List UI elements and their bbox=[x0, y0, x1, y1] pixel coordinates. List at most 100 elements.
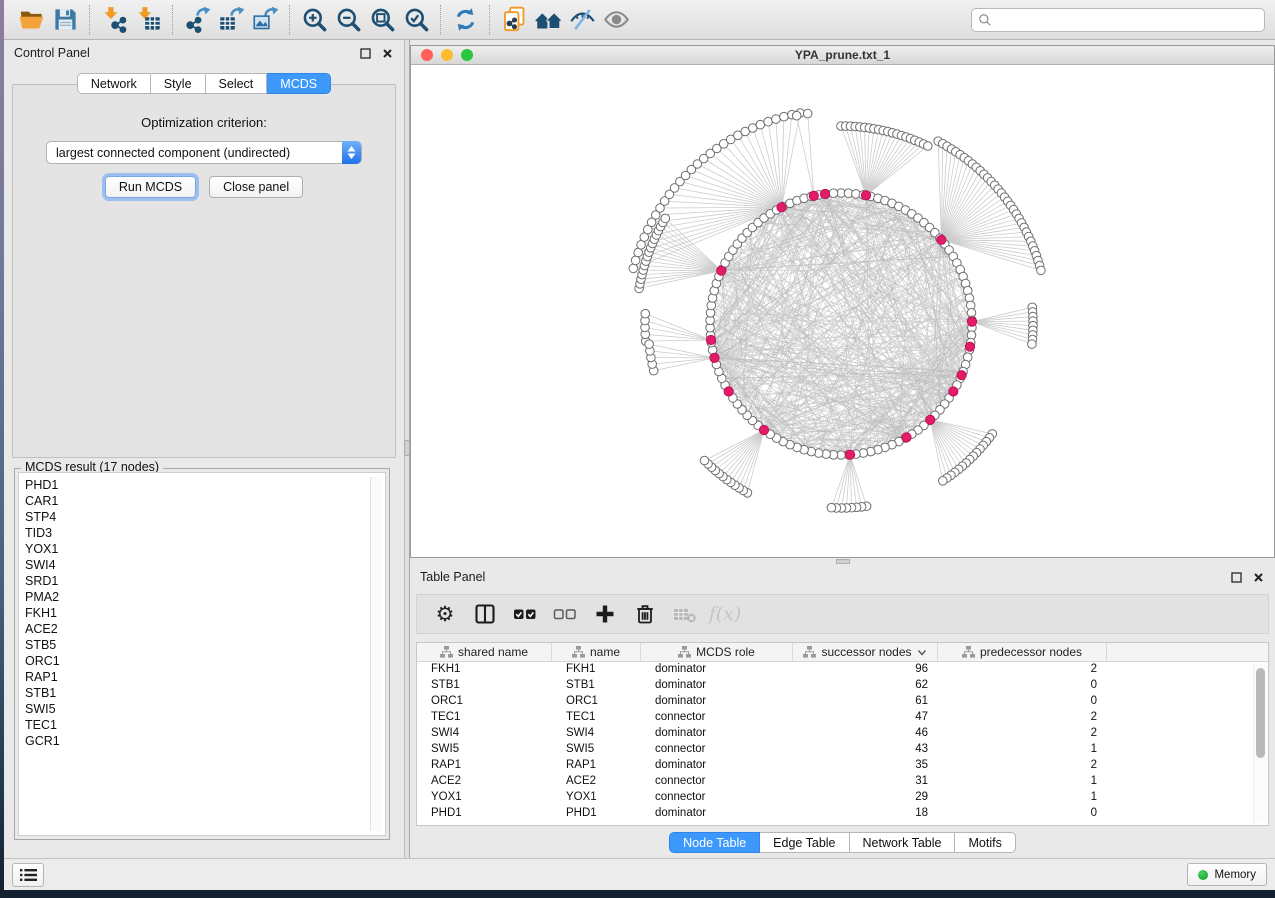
mcds-result-item[interactable]: SWI4 bbox=[25, 557, 385, 573]
mcds-result-item[interactable]: STP4 bbox=[25, 509, 385, 525]
toggle-panels-button[interactable] bbox=[467, 598, 503, 630]
mcds-result-item[interactable]: STB5 bbox=[25, 637, 385, 653]
mcds-result-item[interactable]: YOX1 bbox=[25, 541, 385, 557]
tab-node-table[interactable]: Node Table bbox=[669, 832, 760, 853]
mcds-result-list[interactable]: PHD1CAR1STP4TID3YOX1SWI4SRD1PMA2FKH1ACE2… bbox=[18, 472, 386, 836]
first-neighbors-button[interactable] bbox=[531, 4, 565, 36]
mcds-result-item[interactable]: SRD1 bbox=[25, 573, 385, 589]
zoom-out-button[interactable] bbox=[331, 4, 365, 36]
close-panel-icon[interactable] bbox=[380, 46, 394, 60]
column-header-MCDS-role[interactable]: MCDS role bbox=[641, 643, 793, 661]
column-type-icon bbox=[803, 646, 816, 658]
cell-predecessor-nodes: 0 bbox=[938, 806, 1107, 822]
table-row[interactable]: RAP1RAP1dominator352 bbox=[417, 758, 1268, 774]
select-all-columns-button[interactable] bbox=[507, 598, 543, 630]
close-panel-button[interactable]: Close panel bbox=[209, 176, 303, 198]
table-row[interactable]: FKH1FKH1dominator962 bbox=[417, 662, 1268, 678]
refresh-view-button[interactable] bbox=[448, 4, 482, 36]
table-settings-button[interactable]: ⚙ bbox=[427, 598, 463, 630]
search-input[interactable] bbox=[992, 10, 1258, 30]
network-canvas[interactable] bbox=[411, 65, 1275, 558]
show-panel-list-button[interactable] bbox=[12, 863, 44, 887]
cell-successor-nodes: 29 bbox=[793, 790, 938, 806]
zoom-fit-button[interactable] bbox=[365, 4, 399, 36]
network-window-titlebar[interactable]: YPA_prune.txt_1 bbox=[411, 46, 1274, 65]
table-row[interactable]: STB1STB1dominator620 bbox=[417, 678, 1268, 694]
unselect-all-columns-button[interactable] bbox=[547, 598, 583, 630]
zoom-in-icon bbox=[301, 6, 328, 33]
hide-selected-icon bbox=[569, 6, 596, 33]
import-table-button[interactable] bbox=[131, 4, 165, 36]
mcds-result-item[interactable]: FKH1 bbox=[25, 605, 385, 621]
cell-successor-nodes: 96 bbox=[793, 662, 938, 678]
criterion-select[interactable]: largest connected component (undirected) bbox=[46, 141, 362, 164]
export-image-button[interactable] bbox=[248, 4, 282, 36]
cell-shared-name: FKH1 bbox=[417, 662, 552, 678]
table-row[interactable]: PHD1PHD1dominator180 bbox=[417, 806, 1268, 822]
cell-name: ORC1 bbox=[552, 694, 641, 710]
cell-MCDS-role: connector bbox=[641, 742, 793, 758]
mcds-result-item[interactable]: TEC1 bbox=[25, 717, 385, 733]
zoom-selected-button[interactable] bbox=[399, 4, 433, 36]
mcds-result-item[interactable]: ORC1 bbox=[25, 653, 385, 669]
column-header-name[interactable]: name bbox=[552, 643, 641, 661]
tab-edge-table[interactable]: Edge Table bbox=[760, 832, 849, 853]
close-panel-icon[interactable] bbox=[1251, 570, 1265, 584]
cell-name: SWI5 bbox=[552, 742, 641, 758]
cell-MCDS-role: connector bbox=[641, 790, 793, 806]
column-header-label: name bbox=[590, 645, 620, 659]
mcds-result-item[interactable]: CAR1 bbox=[25, 493, 385, 509]
cell-predecessor-nodes: 0 bbox=[938, 694, 1107, 710]
table-row[interactable]: TEC1TEC1connector472 bbox=[417, 710, 1268, 726]
table-row[interactable]: ACE2ACE2connector311 bbox=[417, 774, 1268, 790]
column-header-successor-nodes[interactable]: successor nodes bbox=[793, 643, 938, 661]
mcds-list-scrollbar[interactable] bbox=[370, 477, 382, 831]
save-session-button[interactable] bbox=[48, 4, 82, 36]
open-file-button[interactable] bbox=[14, 4, 48, 36]
mcds-result-item[interactable]: RAP1 bbox=[25, 669, 385, 685]
mcds-result-item[interactable]: GCR1 bbox=[25, 733, 385, 749]
mcds-result-item[interactable]: PHD1 bbox=[25, 477, 385, 493]
tab-network-table[interactable]: Network Table bbox=[850, 832, 956, 853]
mcds-result-item[interactable]: STB1 bbox=[25, 685, 385, 701]
cell-MCDS-role: dominator bbox=[641, 726, 793, 742]
tab-mcds[interactable]: MCDS bbox=[267, 73, 331, 94]
cell-successor-nodes: 61 bbox=[793, 694, 938, 710]
delete-columns-button[interactable] bbox=[627, 598, 663, 630]
float-panel-icon[interactable] bbox=[1229, 570, 1243, 584]
mcds-result-item[interactable]: ACE2 bbox=[25, 621, 385, 637]
column-header-label: predecessor nodes bbox=[980, 645, 1082, 659]
table-row[interactable]: YOX1YOX1connector291 bbox=[417, 790, 1268, 806]
hide-selected-button[interactable] bbox=[565, 4, 599, 36]
show-all-icon bbox=[603, 6, 630, 33]
column-header-predecessor-nodes[interactable]: predecessor nodes bbox=[938, 643, 1107, 661]
tab-style[interactable]: Style bbox=[151, 73, 206, 94]
column-header-shared-name[interactable]: shared name bbox=[417, 643, 552, 661]
zoom-in-button[interactable] bbox=[297, 4, 331, 36]
export-network-button[interactable] bbox=[180, 4, 214, 36]
table-row[interactable]: SWI5SWI5connector431 bbox=[417, 742, 1268, 758]
mcds-result-item[interactable]: TID3 bbox=[25, 525, 385, 541]
show-all-button[interactable] bbox=[599, 4, 633, 36]
mcds-result-item[interactable]: SWI5 bbox=[25, 701, 385, 717]
scrollbar-thumb[interactable] bbox=[1256, 668, 1265, 758]
new-network-from-selection-button[interactable] bbox=[497, 4, 531, 36]
export-table-button[interactable] bbox=[214, 4, 248, 36]
tab-network[interactable]: Network bbox=[77, 73, 151, 94]
run-mcds-button[interactable]: Run MCDS bbox=[105, 176, 196, 198]
table-row[interactable]: ORC1ORC1dominator610 bbox=[417, 694, 1268, 710]
cell-MCDS-role: connector bbox=[641, 774, 793, 790]
tab-select[interactable]: Select bbox=[206, 73, 268, 94]
tab-motifs[interactable]: Motifs bbox=[955, 832, 1015, 853]
zoom-selected-icon bbox=[403, 6, 430, 33]
control-panel: Control Panel NetworkStyleSelectMCDS Opt… bbox=[4, 40, 404, 858]
cell-shared-name: STB1 bbox=[417, 678, 552, 694]
table-scrollbar[interactable] bbox=[1253, 664, 1266, 823]
float-panel-icon[interactable] bbox=[358, 46, 372, 60]
import-network-button[interactable] bbox=[97, 4, 131, 36]
search-box[interactable] bbox=[971, 8, 1265, 32]
memory-button[interactable]: Memory bbox=[1187, 863, 1267, 886]
add-column-button[interactable] bbox=[587, 598, 623, 630]
table-row[interactable]: SWI4SWI4dominator462 bbox=[417, 726, 1268, 742]
mcds-result-item[interactable]: PMA2 bbox=[25, 589, 385, 605]
